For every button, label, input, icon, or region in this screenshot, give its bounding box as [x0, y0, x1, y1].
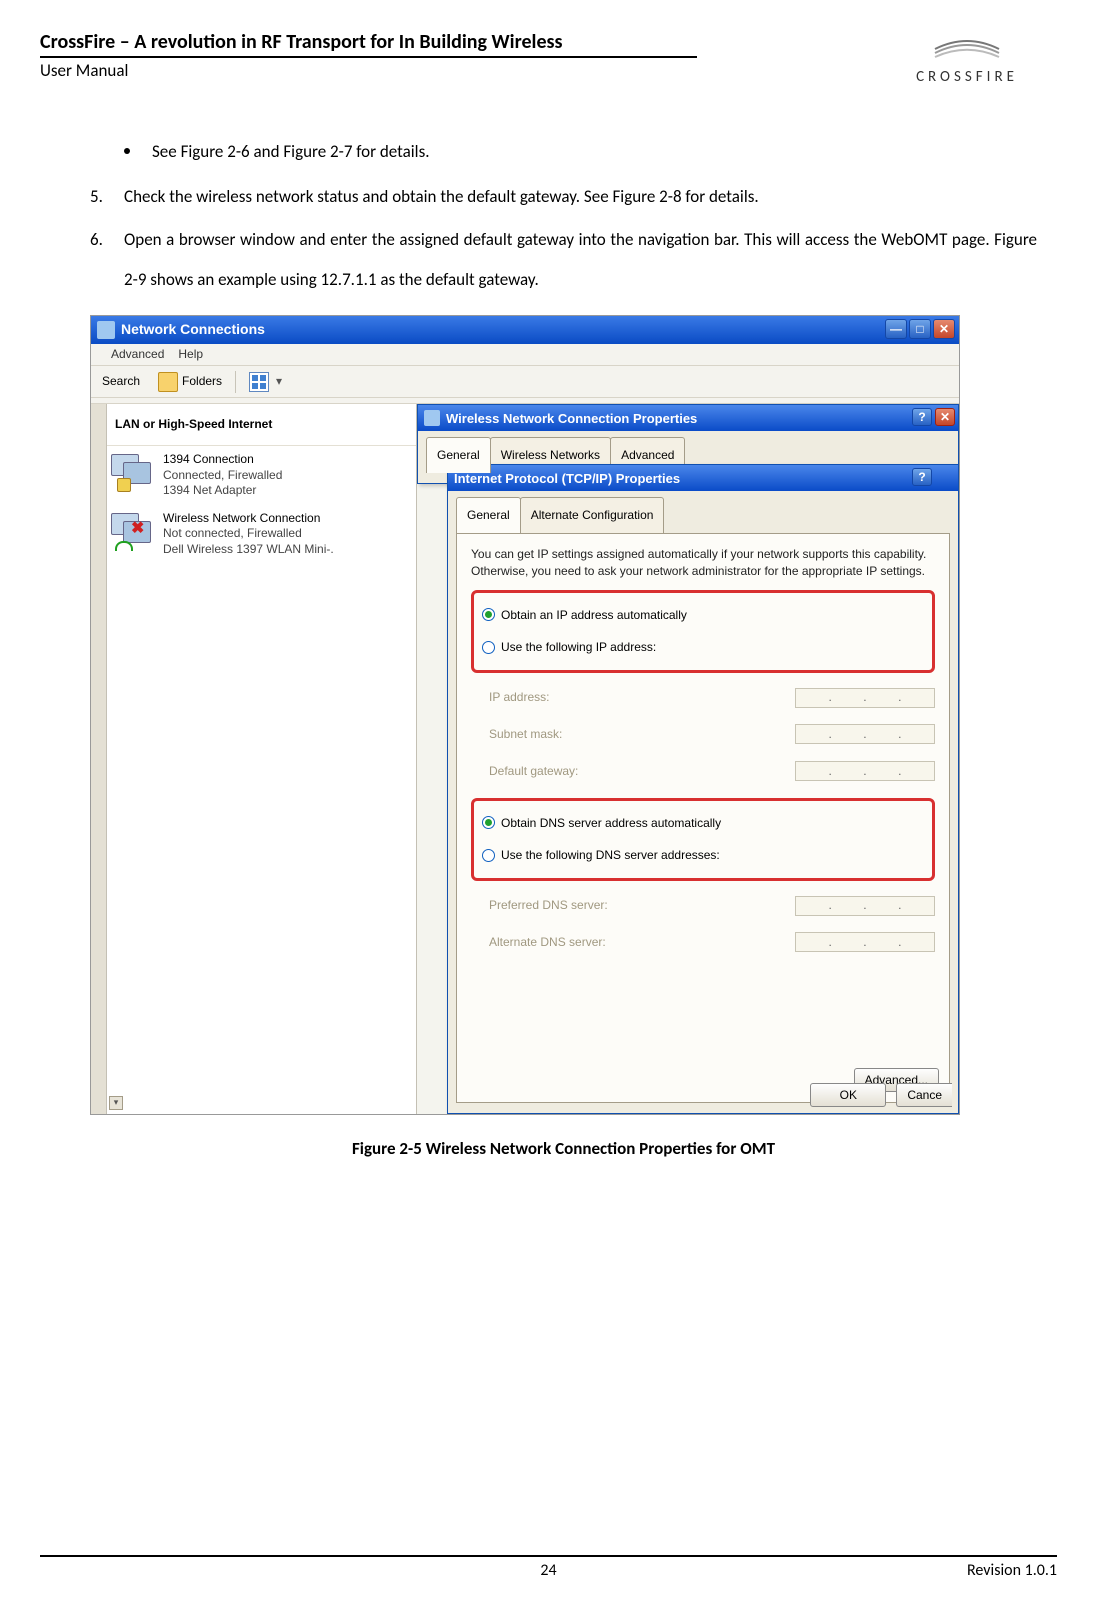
- tcpip-titlebar: Internet Protocol (TCP/IP) Properties ?: [448, 465, 958, 491]
- scroll-down-button[interactable]: ▾: [109, 1096, 123, 1110]
- view-icon: [249, 372, 269, 392]
- connection-icon: ✖: [111, 511, 155, 551]
- tab-general[interactable]: General: [456, 497, 521, 533]
- logo-text: CROSSFIRE: [877, 68, 1057, 86]
- radio-ip-manual-label: Use the following IP address:: [501, 633, 656, 662]
- connection-icon: [111, 452, 155, 492]
- close-button[interactable]: ✕: [935, 408, 955, 426]
- network-connections-icon: [97, 321, 115, 339]
- doc-subtitle: User Manual: [40, 60, 877, 81]
- conn1-name: 1394 Connection: [163, 452, 412, 468]
- tab-general[interactable]: General: [426, 437, 491, 473]
- close-button[interactable]: ✕: [933, 319, 955, 339]
- main-titlebar: Network Connections — □ ✕: [91, 316, 959, 344]
- radio-use-dns[interactable]: Use the following DNS server addresses:: [482, 839, 924, 872]
- folders-label: Folders: [182, 367, 222, 396]
- screenshot: Network Connections — □ ✕ Advanced Help …: [90, 315, 960, 1115]
- cancel-button[interactable]: Cance: [896, 1083, 952, 1107]
- radio-obtain-dns-auto[interactable]: Obtain DNS server address automatically: [482, 807, 924, 840]
- ok-button[interactable]: OK: [810, 1083, 886, 1107]
- disconnected-icon: ✖: [131, 510, 144, 548]
- radio-obtain-ip-auto[interactable]: Obtain an IP address automatically: [482, 599, 924, 632]
- figure-caption: Figure 2-5 Wireless Network Connection P…: [90, 1129, 1037, 1170]
- dns-radio-group-highlight: Obtain DNS server address automatically …: [471, 798, 935, 882]
- step5-num: 5.: [90, 177, 124, 218]
- conn2-line2: Not connected, Firewalled: [163, 526, 412, 542]
- folders-button[interactable]: Folders: [151, 369, 229, 395]
- ip-address-label: IP address:: [489, 683, 795, 712]
- minimize-button[interactable]: —: [885, 319, 907, 339]
- pref-dns-input: ...: [795, 896, 935, 916]
- main-title: Network Connections: [121, 315, 265, 347]
- bullet-text: See Figure 2-6 and Figure 2-7 for detail…: [152, 132, 430, 173]
- page-number: 24: [540, 1561, 556, 1580]
- radio-use-ip[interactable]: Use the following IP address:: [482, 631, 924, 664]
- subnet-label: Subnet mask:: [489, 720, 795, 749]
- maximize-button[interactable]: □: [909, 319, 931, 339]
- lan-header: LAN or High-Speed Internet: [107, 404, 416, 446]
- ip-address-input: ...: [795, 688, 935, 708]
- wncp-titlebar: Wireless Network Connection Properties ?…: [418, 405, 958, 431]
- bullet-icon: [124, 148, 130, 154]
- tab-alternate-config[interactable]: Alternate Configuration: [520, 497, 665, 533]
- menubar: Advanced Help: [91, 344, 959, 366]
- connection-item-wireless[interactable]: ✖ Wireless Network Connection Not connec…: [107, 505, 416, 564]
- content: See Figure 2-6 and Figure 2-7 for detail…: [40, 92, 1057, 1170]
- help-button[interactable]: ?: [912, 408, 932, 426]
- revision: Revision 1.0.1: [967, 1561, 1057, 1580]
- wifi-icon: [115, 541, 133, 551]
- doc-footer: 24 Revision 1.0.1: [40, 1555, 1057, 1580]
- radio-selected-icon: [485, 611, 492, 618]
- gateway-label: Default gateway:: [489, 757, 795, 786]
- toolbar-separator: [235, 371, 236, 393]
- conn2-name: Wireless Network Connection: [163, 511, 412, 527]
- tcpip-info: You can get IP settings assigned automat…: [471, 546, 935, 580]
- radio-ip-auto-label: Obtain an IP address automatically: [501, 601, 687, 630]
- doc-header: CrossFire – A revolution in RF Transport…: [40, 30, 1057, 86]
- search-label: Search: [102, 367, 140, 396]
- radio-dns-auto-label: Obtain DNS server address automatically: [501, 809, 721, 838]
- lock-icon: [117, 478, 131, 492]
- step5-text: Check the wireless network status and ob…: [124, 177, 1037, 218]
- pref-dns-label: Preferred DNS server:: [489, 891, 795, 920]
- search-button[interactable]: Search: [95, 369, 147, 395]
- wncp-title: Wireless Network Connection Properties: [446, 403, 697, 434]
- chevron-down-icon: ▾: [273, 376, 285, 388]
- conn2-line3: Dell Wireless 1397 WLAN Mini-.: [163, 542, 412, 558]
- wifi-props-icon: [424, 410, 440, 426]
- logo: CROSSFIRE: [877, 30, 1057, 86]
- folder-icon: [158, 372, 178, 392]
- help-button[interactable]: ?: [912, 468, 932, 486]
- ip-radio-group-highlight: Obtain an IP address automatically Use t…: [471, 590, 935, 674]
- radio-dns-manual-label: Use the following DNS server addresses:: [501, 841, 720, 870]
- step6-text: Open a browser window and enter the assi…: [124, 220, 1037, 302]
- logo-swirl-icon: [877, 30, 1057, 68]
- tcpip-dialog: Internet Protocol (TCP/IP) Properties ? …: [447, 464, 959, 1114]
- alt-dns-label: Alternate DNS server:: [489, 928, 795, 957]
- toolbar: Search Folders ▾: [91, 366, 959, 398]
- connections-pane: LAN or High-Speed Internet 1394 Connecti…: [107, 404, 417, 1114]
- subnet-input: ...: [795, 724, 935, 744]
- radio-selected-icon: [485, 819, 492, 826]
- step6-num: 6.: [90, 220, 124, 302]
- view-button[interactable]: ▾: [242, 369, 292, 395]
- connection-item-1394[interactable]: 1394 Connection Connected, Firewalled 13…: [107, 446, 416, 505]
- doc-title: CrossFire – A revolution in RF Transport…: [40, 30, 697, 58]
- conn1-line3: 1394 Net Adapter: [163, 483, 412, 499]
- left-gutter: [91, 404, 107, 1114]
- conn1-line2: Connected, Firewalled: [163, 468, 412, 484]
- alt-dns-input: ...: [795, 932, 935, 952]
- gateway-input: ...: [795, 761, 935, 781]
